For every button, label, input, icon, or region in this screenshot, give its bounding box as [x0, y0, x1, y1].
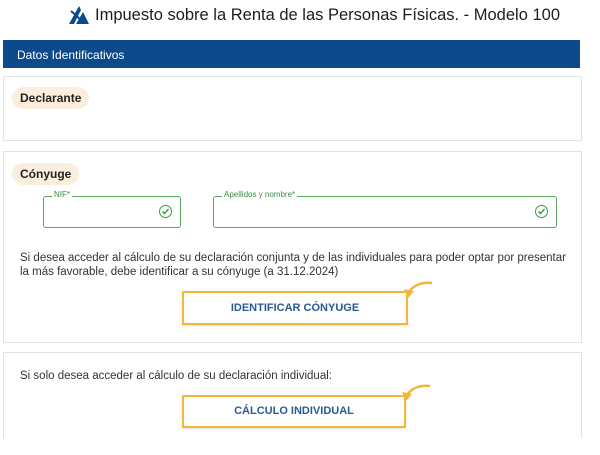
declarante-label: Declarante — [12, 87, 90, 109]
check-circle-icon — [535, 205, 548, 218]
nif-label: NIF* — [52, 190, 72, 199]
pointer-arrow-icon — [398, 383, 432, 407]
page-header: Impuesto sobre la Renta de las Personas … — [0, 0, 600, 38]
section-title: Datos Identificativos — [17, 48, 125, 62]
aeat-logo-icon — [68, 5, 90, 25]
pointer-arrow-icon — [400, 280, 434, 304]
individual-card: Si solo desea acceder al cálculo de su d… — [3, 352, 582, 438]
conyuge-info-text: Si desea acceder al cálculo de su declar… — [20, 252, 566, 278]
individual-info-text: Si solo desea acceder al cálculo de su d… — [20, 370, 332, 382]
name-label: Apellidos y nombre* — [222, 190, 298, 199]
identificar-conyuge-button[interactable]: IDENTIFICAR CÓNYUGE — [182, 291, 408, 325]
conyuge-card: Cónyuge NIF* Apellidos y nombre* Si dese… — [3, 151, 582, 343]
page-title: Impuesto sobre la Renta de las Personas … — [95, 6, 560, 24]
declarante-card: Declarante — [3, 76, 582, 141]
conyuge-label: Cónyuge — [12, 163, 80, 185]
check-circle-icon — [159, 205, 172, 218]
section-header: Datos Identificativos — [3, 40, 580, 68]
name-field[interactable]: Apellidos y nombre* — [213, 190, 557, 228]
calculo-individual-button[interactable]: CÁLCULO INDIVIDUAL — [182, 395, 406, 428]
nif-field[interactable]: NIF* — [43, 190, 181, 228]
